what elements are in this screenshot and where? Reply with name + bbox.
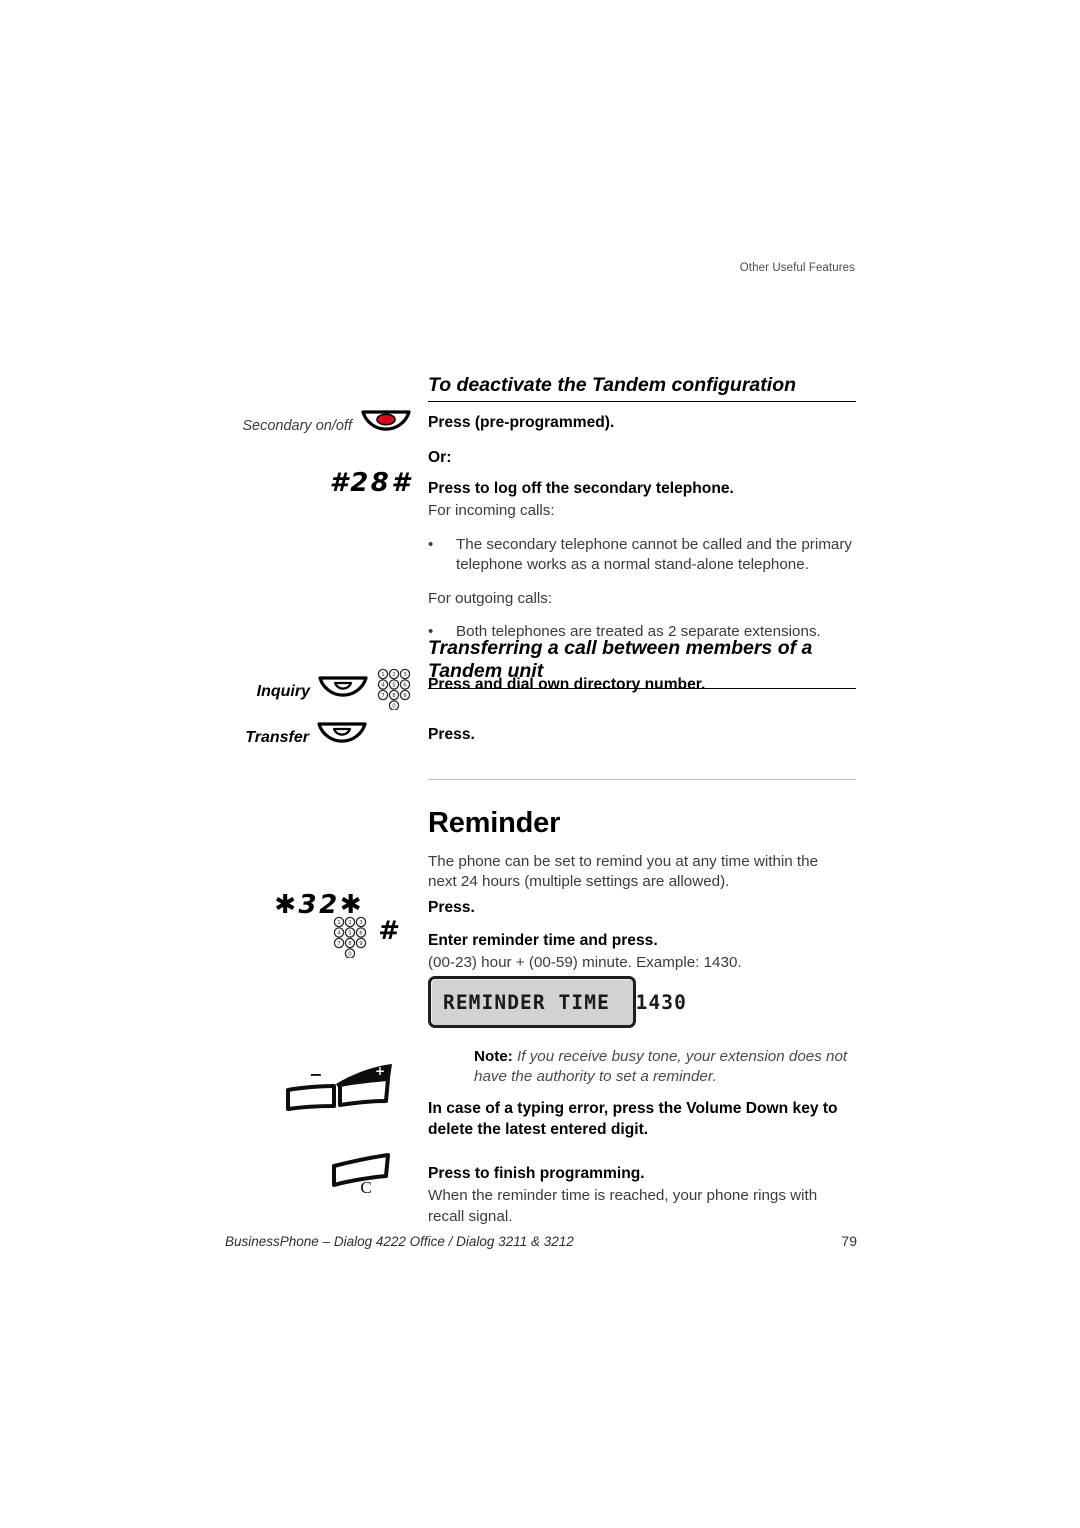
heading-deactivate-tandem: To deactivate the Tandem configuration: [428, 374, 856, 403]
transfer-key-row: Transfer: [150, 720, 412, 755]
svg-text:5: 5: [348, 930, 351, 936]
running-header: Other Useful Features: [739, 262, 855, 274]
instr-log-off-secondary: Press to log off the secondary telephone…: [428, 480, 734, 497]
svg-text:5: 5: [392, 682, 395, 688]
instr-press-transfer-wrap: Press.: [428, 724, 856, 745]
hash-key-glyph: #: [378, 916, 400, 946]
svg-text:1: 1: [381, 672, 384, 678]
instr-typing-error: In case of a typing error, press the Vol…: [428, 1100, 838, 1139]
svg-text:7: 7: [381, 693, 384, 699]
instr-press-reminder-wrap: Press.: [428, 897, 856, 918]
instr-finish-programming: Press to finish programming.: [428, 1165, 645, 1182]
finish-programming-block: Press to finish programming. When the re…: [428, 1163, 856, 1227]
note-wrap: Note: If you receive busy tone, your ext…: [428, 1047, 856, 1087]
svg-text:2: 2: [348, 920, 351, 926]
secondary-key-row: Secondary on/off: [150, 408, 412, 443]
svg-text:6: 6: [403, 682, 407, 688]
svg-text:0: 0: [348, 951, 352, 957]
or-label: Or:: [428, 449, 452, 467]
function-key-icon[interactable]: [316, 720, 368, 755]
svg-text:8: 8: [392, 693, 396, 699]
document-page: Other Useful Features To deactivate the …: [0, 0, 1080, 1528]
finish-programming-body: When the reminder time is reached, your …: [428, 1187, 818, 1225]
instr-dial-own-number: Press and dial own directory number.: [428, 676, 706, 693]
transfer-label: Transfer: [245, 728, 309, 746]
volume-keys-row: + −: [150, 1062, 412, 1119]
incoming-calls-lead: For incoming calls:: [428, 502, 555, 520]
page-title-reminder: Reminder: [428, 807, 561, 839]
note-label: Note:: [474, 1048, 513, 1065]
svg-text:0: 0: [392, 703, 396, 709]
bullet-incoming: • The secondary telephone cannot be call…: [428, 535, 856, 576]
instr-press-transfer: Press.: [428, 726, 475, 743]
instr-press-reminder: Press.: [428, 899, 475, 916]
section-divider-wrap: [428, 779, 856, 780]
svg-text:−: −: [309, 1065, 322, 1084]
reminder-time-format: (00-23) hour + (00-59) minute. Example: …: [428, 954, 742, 972]
keypad-icon[interactable]: 1 2 3 4 5 6 7 8 9 0: [376, 668, 412, 715]
footer-page-number: 79: [841, 1233, 857, 1249]
svg-text:3: 3: [403, 672, 406, 678]
svg-text:3: 3: [359, 920, 362, 926]
clear-key-row: C: [150, 1152, 412, 1199]
svg-text:+: +: [375, 1064, 385, 1078]
svg-text:8: 8: [348, 941, 352, 947]
enter-time-block: Enter reminder time and press. (00-23) h…: [428, 930, 856, 974]
svg-text:4: 4: [381, 682, 385, 688]
note-busy-tone: Note: If you receive busy tone, your ext…: [474, 1047, 856, 1087]
instr-enter-reminder-time: Enter reminder time and press.: [428, 932, 658, 949]
svg-text:2: 2: [392, 672, 395, 678]
svg-text:1: 1: [337, 920, 340, 926]
typing-error-wrap: In case of a typing error, press the Vol…: [428, 1098, 856, 1140]
footer-document-line: BusinessPhone – Dialog 4222 Office / Dia…: [225, 1234, 574, 1249]
svg-text:C: C: [360, 1178, 371, 1194]
heading-deactivate-tandem-wrap: To deactivate the Tandem configuration: [428, 374, 856, 403]
function-key-lamp-icon[interactable]: [360, 408, 412, 443]
inquiry-key-row: Inquiry 1 2 3 4 5 6 7 8 9 0: [150, 668, 412, 715]
instr-dial-own-wrap: Press and dial own directory number.: [428, 674, 856, 695]
reminder-intro: The phone can be set to remind you at an…: [428, 852, 819, 891]
svg-text:4: 4: [337, 930, 341, 936]
instr-press-preprogrammed: Press (pre-programmed).: [428, 414, 615, 431]
volume-rocker-icon[interactable]: + −: [284, 1062, 396, 1119]
inquiry-label: Inquiry: [256, 682, 310, 700]
keypad-icon[interactable]: 1 2 3 4 5 6 7 8 9 0: [332, 916, 368, 963]
instr-press-preprogrammed-wrap: Press (pre-programmed). Or:: [428, 412, 856, 468]
function-key-icon[interactable]: [317, 674, 369, 709]
phone-lcd-display: REMINDER TIME 1430: [428, 976, 686, 1028]
code-28-row: #28#: [150, 468, 412, 498]
svg-text:6: 6: [359, 930, 363, 936]
keypad-hash-row: 1 2 3 4 5 6 7 8 9 0 #: [150, 916, 412, 963]
lcd-display-text: REMINDER TIME 1430: [443, 990, 687, 1014]
footer: BusinessPhone – Dialog 4222 Office / Dia…: [225, 1233, 857, 1249]
secondary-on-off-label: Secondary on/off: [242, 417, 352, 434]
section-divider: [428, 779, 856, 780]
lcd-display-wrap: REMINDER TIME 1430: [428, 976, 856, 1028]
clear-key-icon[interactable]: C: [330, 1152, 396, 1199]
outgoing-calls-lead: For outgoing calls:: [428, 589, 553, 607]
svg-text:9: 9: [403, 693, 407, 699]
svg-text:7: 7: [337, 941, 340, 947]
bullet-glyph: •: [428, 535, 434, 553]
reminder-section-head: Reminder The phone can be set to remind …: [428, 807, 856, 893]
note-text: If you receive busy tone, your extension…: [474, 1048, 848, 1086]
svg-text:9: 9: [359, 941, 363, 947]
code-hash-28-hash: #28#: [329, 468, 412, 498]
bullet-incoming-text: The secondary telephone cannot be called…: [456, 535, 852, 574]
logoff-block: Press to log off the secondary telephone…: [428, 478, 856, 643]
